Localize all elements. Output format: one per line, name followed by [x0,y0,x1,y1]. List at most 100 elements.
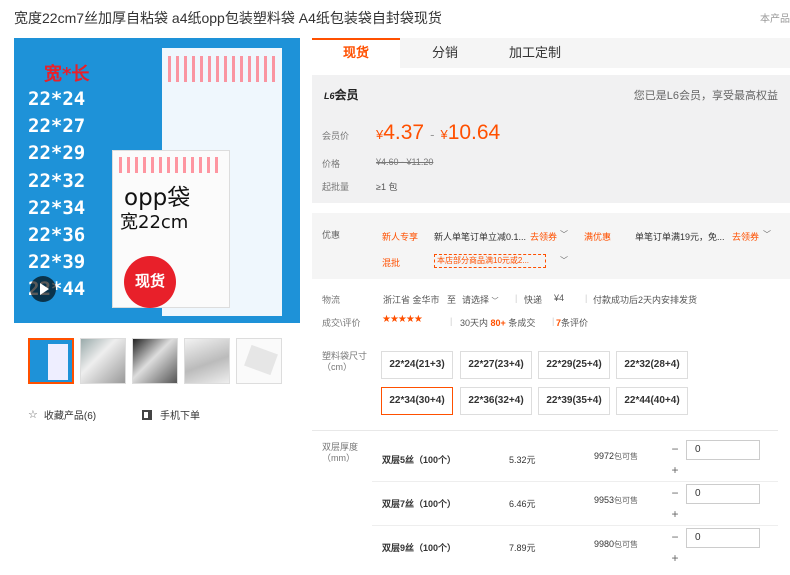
tab-distribution[interactable]: 分销 [400,38,490,68]
member-badge: L6会员 [324,86,359,103]
chevron-down-icon: ﹀ [491,298,499,305]
deals-number: 80+ [490,318,506,328]
decrease-button[interactable]: − [666,529,684,547]
tab-in-stock[interactable]: 现货 [312,38,400,68]
thumbnail-1[interactable] [28,338,74,384]
rating-stars: ★★★★★ [382,314,423,325]
spec-label-line2: （cm） [322,362,352,372]
thumbnail-4[interactable] [184,338,230,384]
variant-name: 双层7丝（100个） [382,499,457,509]
reviews-count[interactable]: 7条评价 [556,316,588,329]
promo-label: 优惠 [322,230,341,240]
quantity-row: 双层7丝（100个） 6.46元 9953包可售 − 0 + [312,482,778,526]
quantity-input[interactable]: 0 [686,440,760,460]
decrease-button[interactable]: − [666,485,684,503]
destination-select[interactable]: 请选择 ﹀ [462,293,499,306]
in-stock-badge: 现货 [124,256,176,308]
spec-label-line1: 塑料袋尺寸 [322,351,368,361]
quantity-input[interactable]: 0 [686,484,760,504]
increase-button[interactable]: + [666,462,684,480]
variant-price: 7.89元 [509,543,536,553]
spec-option[interactable]: 22*44(40+4) [616,387,688,415]
member-price-label: 会员价 [322,131,350,141]
decrease-button[interactable]: − [666,441,684,459]
qr-code-icon [142,409,152,420]
stock-unit: 包可售 [614,496,639,505]
mobile-order-button[interactable]: 手机下单 [142,407,200,422]
divider: | [585,293,588,303]
promotions-panel: 优惠 新人专享 新人单笔订单立减0.1... 去领券 ﹀ 满优惠 单笔订单满19… [312,213,790,279]
spec-option[interactable]: 22*39(35+4) [538,387,610,415]
size-heading: 宽*长 [44,64,90,85]
spec-option[interactable]: 22*32(28+4) [616,351,688,379]
size-list: 22*24 22*27 22*29 22*32 22*34 22*36 22*3… [28,86,85,304]
spec-label: 塑料袋尺寸 （cm） [322,351,367,373]
original-price: ¥4.60 - ¥11.20 [376,157,434,167]
spec-option[interactable]: 22*24(21+3) [381,351,453,379]
purchase-tabs: 现货 分销 加工定制 [312,38,790,68]
divider: | [450,316,453,326]
favorite-label: 收藏产品(6) [43,411,97,422]
variant-name: 双层5丝（100个） [382,455,457,465]
divider [312,430,778,431]
size-item: 22*24 [28,88,86,110]
spec-option[interactable]: 22*27(23+4) [460,351,532,379]
chevron-down-icon[interactable]: ﹀ [560,229,568,240]
get-coupon-link-1[interactable]: 去领券 [530,230,557,243]
mix-batch-tag: 混批 [382,258,401,268]
mobile-order-label: 手机下单 [160,411,200,422]
thumbnail-2[interactable] [80,338,126,384]
price-panel: L6会员 您已是L6会员，享受最高权益 会员价 ¥4.37- ¥10.64 价格 … [312,75,790,203]
logistics-label: 物流 [322,295,341,305]
new-user-tag: 新人专享 [382,232,419,242]
deals-suffix: 条成交 [508,318,536,328]
variant-price: 6.46元 [509,499,536,509]
price-low: 4.37 [383,121,425,144]
thumbnail-5[interactable] [236,338,282,384]
bag-label: opp袋 [124,185,191,211]
increase-button[interactable]: + [666,506,684,524]
full-discount-tag: 满优惠 [584,232,612,242]
variant-stock: 9953包可售 [594,495,638,506]
variant-stock: 9980包可售 [594,539,638,550]
deals-count[interactable]: 30天内 80+ 条成交 [460,316,535,329]
spec-option[interactable]: 22*36(32+4) [460,387,532,415]
stock-unit: 包可售 [614,540,639,549]
to-label: 至 [447,295,457,305]
member-level: L6 [324,91,335,101]
star-outline-icon: ☆ [28,409,38,421]
currency-symbol: ¥ [440,127,448,142]
spec-option[interactable]: 22*29(25+4) [538,351,610,379]
mix-batch-text[interactable]: 本店部分商品满10元或2... [434,254,546,268]
quantity-input[interactable]: 0 [686,528,760,548]
increase-button[interactable]: + [666,550,684,568]
destination-select-label: 请选择 [462,295,490,305]
spec-option-selected[interactable]: 22*34(30+4) [381,387,453,415]
moq-label: 起批量 [322,182,350,192]
size-item: 22*29 [28,142,86,165]
size-item: 22*27 [28,115,86,138]
deals-prefix: 30天内 [460,318,489,328]
full-discount-text: 单笔订单满19元，免... [635,232,725,242]
get-coupon-link-2[interactable]: 去领券 [732,230,759,243]
member-price: ¥4.37- ¥10.64 [376,121,501,144]
stock-count: 9980 [594,539,615,549]
chevron-down-icon[interactable]: ﹀ [763,229,771,240]
variant-stock: 9972包可售 [594,451,638,462]
thumbnail-3[interactable] [132,338,178,384]
stock-unit: 包可售 [614,452,639,461]
size-item: 22*39 [28,251,86,274]
tab-custom[interactable]: 加工定制 [490,38,580,68]
play-video-icon[interactable] [30,276,56,302]
shipping-label: 快递 [524,295,543,305]
new-user-text: 新人单笔订单立减0.1... [434,232,527,242]
product-number: 本产品 [760,14,790,25]
price-high: 10.64 [447,121,501,144]
quantity-row: 双层5丝（100个） 5.32元 9972包可售 − 0 + [312,438,778,482]
page-title: 宽度22cm7丝加厚自粘袋 a4纸opp包装塑料袋 A4纸包装袋自封袋现货 [14,10,442,26]
member-note: 您已是L6会员，享受最高权益 [633,90,778,102]
chevron-down-icon[interactable]: ﹀ [560,255,568,266]
favorite-button[interactable]: ☆ 收藏产品(6) [28,407,96,422]
main-product-image[interactable]: 宽*长 22*24 22*27 22*29 22*32 22*34 22*36 … [14,38,300,323]
member-label: 会员 [334,88,359,102]
